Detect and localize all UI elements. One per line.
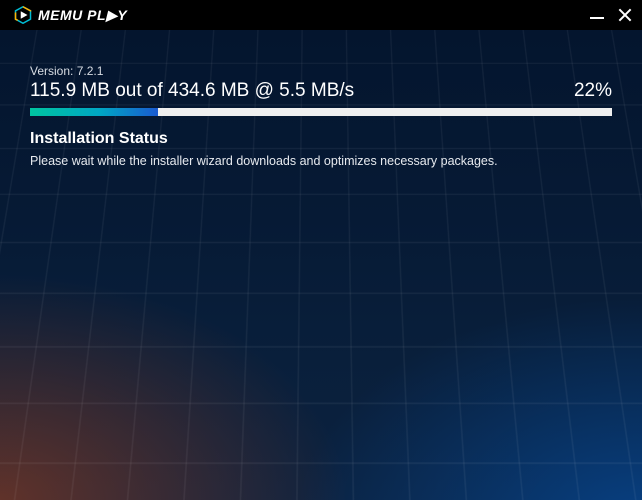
- status-message: Please wait while the installer wizard d…: [30, 154, 612, 168]
- progress-fill: [30, 108, 158, 116]
- window-controls: [590, 8, 632, 22]
- progress-percent: 22%: [574, 80, 612, 102]
- memu-hex-icon: [14, 6, 32, 24]
- progress-bar: [30, 108, 612, 116]
- content-area: Version: 7.2.1 115.9 MB out of 434.6 MB …: [0, 30, 642, 500]
- minimize-button[interactable]: [590, 17, 604, 19]
- progress-row: 115.9 MB out of 434.6 MB @ 5.5 MB/s 22%: [30, 80, 612, 102]
- brand-text: MEMU PL▶Y: [38, 7, 127, 24]
- progress-text: 115.9 MB out of 434.6 MB @ 5.5 MB/s: [30, 80, 354, 102]
- close-button[interactable]: [618, 8, 632, 22]
- installer-window: MEMU PL▶Y Version: 7.2.1 115.9 MB out of…: [0, 0, 642, 500]
- brand-logo: MEMU PL▶Y: [14, 6, 127, 24]
- titlebar: MEMU PL▶Y: [0, 0, 642, 30]
- version-label: Version: 7.2.1: [30, 64, 612, 78]
- status-heading: Installation Status: [30, 130, 612, 148]
